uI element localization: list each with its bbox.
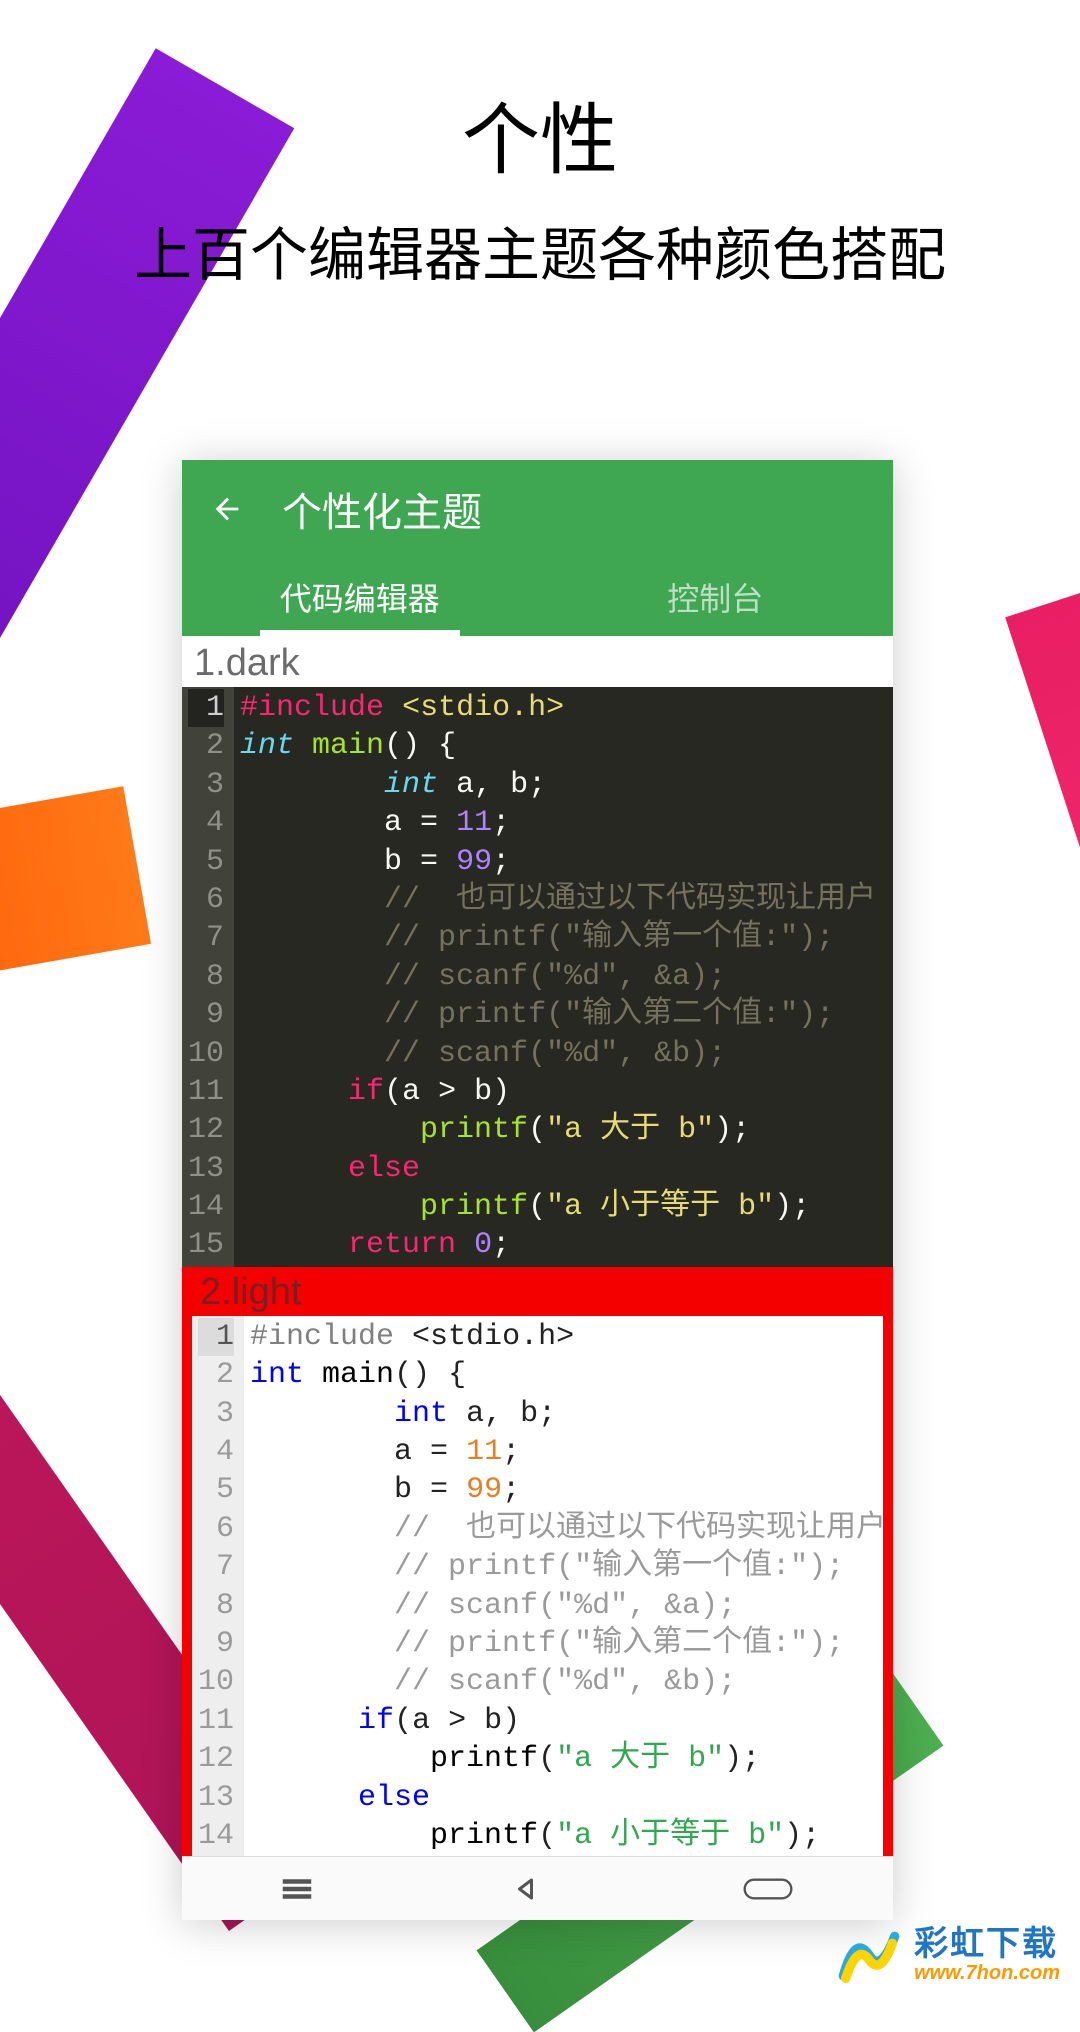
code-line: return 0; [240, 1226, 876, 1264]
code-line: // 也可以通过以下代码实现让用户 [250, 1510, 883, 1548]
promo-subtitle: 上百个编辑器主题各种颜色搭配 [0, 208, 1080, 292]
line-number: 1 [188, 689, 224, 727]
code-area: #include <stdio.h>int main() { int a, b;… [244, 1316, 883, 1856]
code-line: // scanf("%d", &b); [250, 1663, 883, 1701]
code-line: int main() { [250, 1356, 883, 1394]
theme-label: 2.light [200, 1271, 875, 1314]
code-line: else [250, 1779, 883, 1817]
code-editor-dark: 123456789101112131415 #include <stdio.h>… [182, 687, 893, 1267]
line-number: 7 [198, 1548, 234, 1586]
code-line: #include <stdio.h> [250, 1318, 883, 1356]
brand-name-cn: 彩虹下载 [914, 1927, 1060, 1961]
tab-label: 控制台 [667, 574, 763, 620]
theme-label-wrap: 2.light [192, 1267, 883, 1316]
code-line: a = 11; [250, 1433, 883, 1471]
code-line: // scanf("%d", &a); [240, 958, 876, 996]
code-line: // printf("输入第二个值:"); [240, 996, 876, 1034]
line-number: 6 [188, 881, 224, 919]
line-number: 3 [188, 766, 224, 804]
code-line: if(a > b) [240, 1073, 876, 1111]
code-line: // scanf("%d", &b); [240, 1035, 876, 1073]
decoration-bar-orange [0, 786, 151, 1010]
code-line: #include <stdio.h> [240, 689, 876, 727]
line-gutter: 123456789101112131415 [192, 1316, 244, 1856]
code-line: b = 99; [250, 1471, 883, 1509]
system-nav-bar [182, 1856, 893, 1920]
line-number: 11 [198, 1702, 234, 1740]
decoration-bar-pink [1005, 552, 1080, 1663]
line-number: 8 [188, 958, 224, 996]
tab-label: 代码编辑器 [280, 574, 440, 620]
back-icon[interactable] [210, 492, 244, 526]
line-number: 12 [198, 1740, 234, 1778]
brand-name-en: www.7hon.com [914, 1963, 1060, 1983]
tab-code-editor[interactable]: 代码编辑器 [182, 558, 538, 636]
line-number: 9 [188, 996, 224, 1034]
brand-logo-icon [834, 1920, 904, 1990]
line-number: 2 [188, 727, 224, 765]
code-line: int a, b; [250, 1395, 883, 1433]
theme-list: 1.dark 123456789101112131415 #include <s… [182, 636, 893, 1856]
code-line: printf("a 大于 b"); [250, 1740, 883, 1778]
code-line: if(a > b) [250, 1702, 883, 1740]
line-number: 5 [198, 1471, 234, 1509]
code-line: // printf("输入第一个值:"); [250, 1548, 883, 1586]
line-gutter: 123456789101112131415 [182, 687, 234, 1267]
line-number: 3 [198, 1395, 234, 1433]
line-number: 14 [188, 1188, 224, 1226]
line-number: 4 [198, 1433, 234, 1471]
code-line: printf("a 小于等于 b"); [240, 1188, 876, 1226]
line-number: 1 [198, 1318, 234, 1356]
line-number: 9 [198, 1625, 234, 1663]
theme-label: 1.dark [182, 636, 893, 687]
line-number: 15 [188, 1226, 224, 1264]
code-line: printf("a 小于等于 b"); [250, 1817, 883, 1855]
line-number: 10 [198, 1663, 234, 1701]
line-number: 14 [198, 1817, 234, 1855]
nav-home-icon[interactable] [740, 1871, 796, 1907]
line-number: 2 [198, 1356, 234, 1394]
tab-bar: 代码编辑器 控制台 [182, 558, 893, 636]
code-line: printf("a 大于 b"); [240, 1111, 876, 1149]
code-line: int main() { [240, 727, 876, 765]
line-number: 5 [188, 843, 224, 881]
line-number: 4 [188, 804, 224, 842]
promo-title: 个性 [0, 78, 1080, 190]
line-number: 6 [198, 1510, 234, 1548]
nav-back-icon[interactable] [509, 1871, 545, 1907]
watermark-brand: 彩虹下载 www.7hon.com [834, 1920, 1060, 1990]
code-line: // 也可以通过以下代码实现让用户 [240, 881, 876, 919]
line-number: 8 [198, 1587, 234, 1625]
line-number: 7 [188, 919, 224, 957]
code-line: // scanf("%d", &a); [250, 1587, 883, 1625]
code-line: // printf("输入第一个值:"); [240, 919, 876, 957]
code-line: a = 11; [240, 804, 876, 842]
code-line: b = 99; [240, 843, 876, 881]
code-line: int a, b; [240, 766, 876, 804]
screen-title: 个性化主题 [282, 480, 482, 538]
code-area: #include <stdio.h>int main() { int a, b;… [234, 687, 876, 1267]
line-number: 12 [188, 1111, 224, 1149]
code-line: // printf("输入第二个值:"); [250, 1625, 883, 1663]
theme-item-light[interactable]: 2.light 123456789101112131415 #include <… [182, 1267, 893, 1856]
line-number: 13 [198, 1779, 234, 1817]
line-number: 10 [188, 1035, 224, 1073]
line-number: 13 [188, 1150, 224, 1188]
phone-frame: 个性化主题 代码编辑器 控制台 1.dark 12345678910111213… [182, 460, 893, 1920]
tab-console[interactable]: 控制台 [538, 558, 894, 636]
theme-item-dark[interactable]: 1.dark 123456789101112131415 #include <s… [182, 636, 893, 1267]
app-titlebar: 个性化主题 [182, 460, 893, 558]
brand-text: 彩虹下载 www.7hon.com [914, 1927, 1060, 1983]
line-number: 11 [188, 1073, 224, 1111]
nav-menu-icon[interactable] [279, 1871, 315, 1907]
code-editor-light: 123456789101112131415 #include <stdio.h>… [192, 1316, 883, 1856]
app-header: 个性化主题 代码编辑器 控制台 [182, 460, 893, 636]
code-line: else [240, 1150, 876, 1188]
